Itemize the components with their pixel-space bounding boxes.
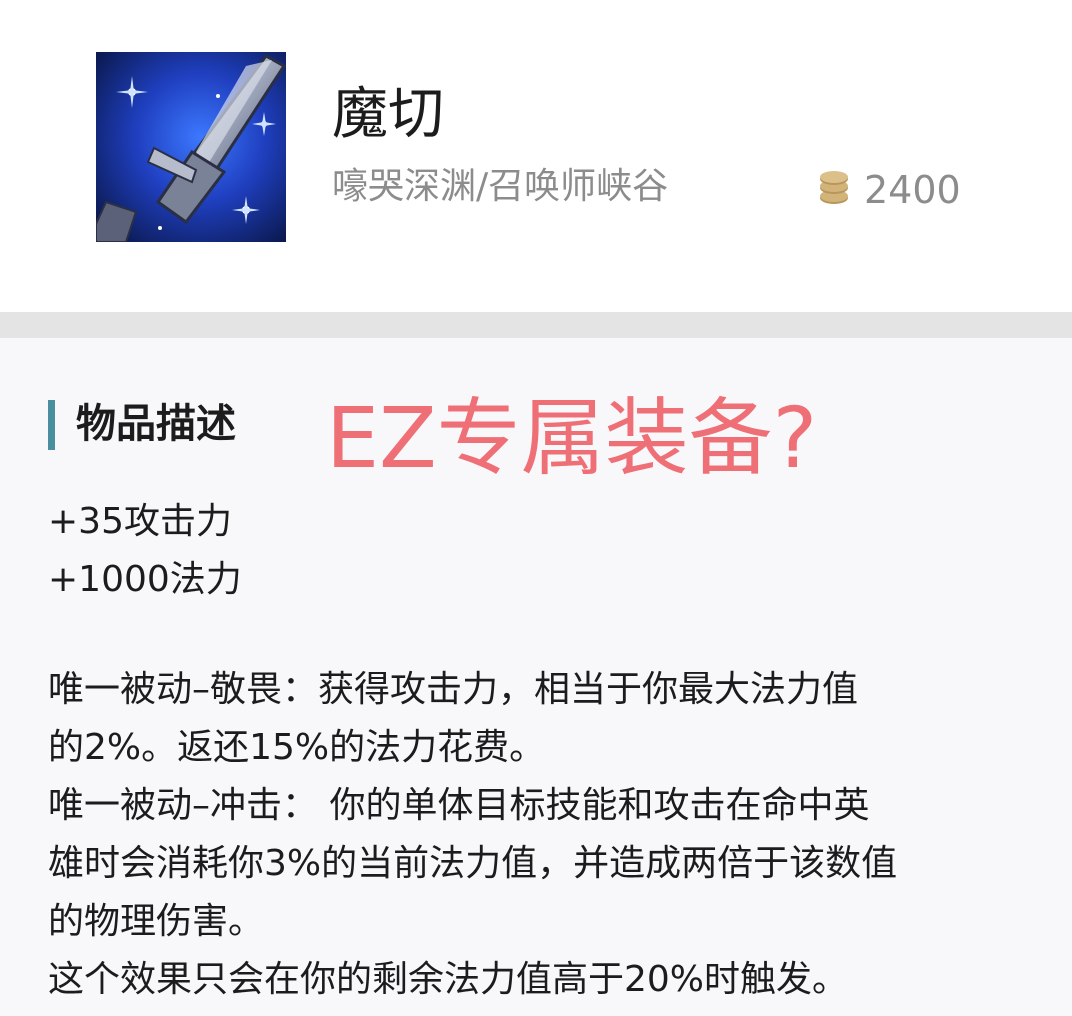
description-line: 的物理伤害。 [48, 901, 265, 942]
stat-mana: +1000法力 [48, 559, 242, 600]
muramana-sword-icon [96, 52, 286, 242]
section-accent-bar [48, 400, 55, 450]
description-line: 唯一被动–冲击： 你的单体目标技能和攻击在命中英 [48, 785, 870, 826]
item-price: 2400 [864, 168, 961, 212]
item-header: 魔切 嚎哭深渊/召唤师峡谷 2400 [0, 0, 1072, 312]
item-maps: 嚎哭深渊/召唤师峡谷 [332, 166, 669, 207]
section-divider [0, 312, 1072, 338]
overlay-caption: EZ专属装备? [326, 389, 818, 487]
item-name: 魔切 [332, 82, 444, 147]
description-line: 雄时会消耗你3%的当前法力值，并造成两倍于该数值 [48, 843, 898, 884]
description-line: 这个效果只会在你的剩余法力值高于20%时触发。 [48, 959, 849, 1000]
stat-attack-damage: +35攻击力 [48, 501, 232, 542]
description-line: 的2%。返还15%的法力花费。 [48, 727, 546, 768]
gold-coins-icon [818, 170, 850, 206]
section-title: 物品描述 [76, 401, 236, 447]
description-line: 唯一被动–敬畏：获得攻击力，相当于你最大法力值 [48, 669, 859, 710]
